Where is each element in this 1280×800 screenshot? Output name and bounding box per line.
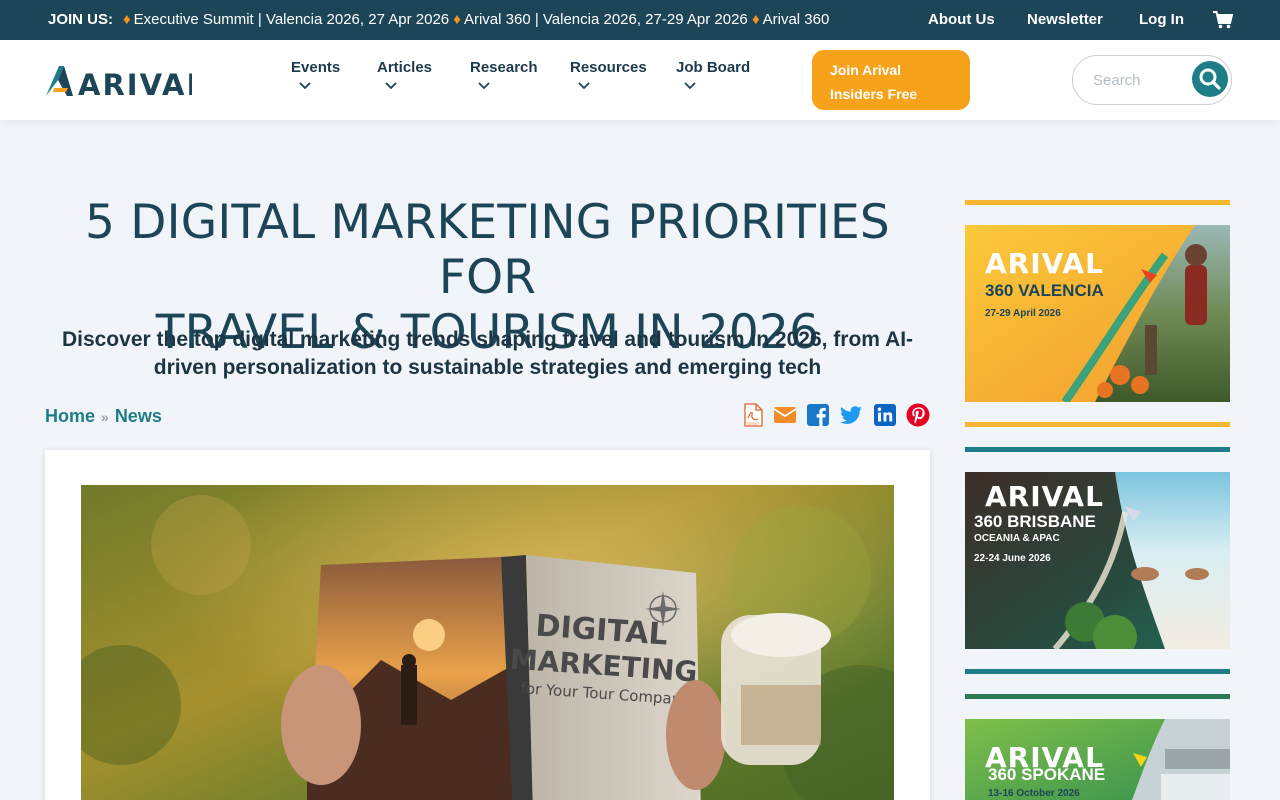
about-us-link[interactable]: About Us — [928, 11, 995, 28]
sidebar-divider — [965, 422, 1230, 427]
subtitle-line-2: driven personalization to sustainable st… — [153, 356, 822, 379]
ticker-item[interactable]: Arival 360 | Valencia 2026, 27-29 Apr 20… — [464, 11, 748, 28]
ad-spokane[interactable]: ARIVAL 360 SPOKANE 13-16 October 2026 — [965, 719, 1230, 800]
sidebar-divider — [965, 669, 1230, 674]
top-bar: JOIN US: ♦ Executive Summit | Valencia 20… — [0, 0, 1280, 40]
nav-research[interactable]: Research — [470, 59, 538, 90]
ad-valencia[interactable]: ARIVAL 360 VALENCIA 27-29 April 2026 — [965, 225, 1230, 402]
pinterest-icon[interactable] — [906, 403, 930, 427]
hero-image: DIGITAL MARKETING for Your Tour Company — [81, 485, 894, 800]
linkedin-icon[interactable] — [873, 403, 897, 427]
nav-label: Job Board — [676, 59, 751, 76]
diamond-icon: ♦ — [751, 11, 760, 28]
events-ticker: ♦ Executive Summit | Valencia 2026, 27 Ap… — [123, 11, 883, 28]
search-icon — [1199, 68, 1221, 90]
ticker-item[interactable]: Executive Summit | Valencia 2026, 27 Apr… — [134, 11, 449, 28]
site-header: ARIVAL Events Articles Research Resource… — [0, 40, 1280, 120]
chevron-down-icon — [478, 82, 490, 90]
chevron-down-icon — [299, 82, 311, 90]
title-line-1: 5 DIGITAL MARKETING PRIORITIES FOR — [85, 195, 890, 305]
arival-logo[interactable]: ARIVAL — [46, 64, 192, 98]
join-us-label: JOIN US: — [48, 11, 114, 28]
join-insiders-button[interactable]: Join Arival Insiders Free — [812, 50, 970, 110]
chevron-down-icon — [385, 82, 397, 90]
cta-line-2: Insiders Free — [830, 86, 918, 102]
breadcrumb: Home » News — [45, 406, 162, 427]
nav-articles[interactable]: Articles — [377, 59, 432, 90]
newsletter-link[interactable]: Newsletter — [1027, 11, 1103, 28]
log-in-link[interactable]: Log In — [1139, 11, 1184, 28]
nav-label: Resources — [570, 59, 647, 76]
search-input[interactable] — [1093, 69, 1203, 91]
ticker-item[interactable]: Arival 360 — [763, 11, 830, 28]
ad-subtitle: OCEANIA & APAC — [974, 533, 1060, 544]
article-card: DIGITAL MARKETING for Your Tour Company — [45, 450, 930, 800]
ad-brisbane[interactable]: ARIVAL 360 BRISBANE OCEANIA & APAC 22-24… — [965, 472, 1230, 649]
logo-text: ARIVAL — [78, 68, 192, 98]
article-subtitle: Discover the top digital marketing trend… — [45, 326, 930, 382]
sidebar-divider — [965, 694, 1230, 699]
ad-date: 13-16 October 2026 — [988, 788, 1080, 799]
ad-date: 22-24 June 2026 — [974, 553, 1051, 564]
ad-brand: ARIVAL — [985, 480, 1104, 513]
ad-city: 360 SPOKANE — [988, 765, 1106, 784]
search-button[interactable] — [1192, 61, 1228, 97]
breadcrumb-home[interactable]: Home — [45, 406, 95, 426]
cta-line-1: Join Arival — [830, 62, 902, 78]
diamond-icon: ♦ — [453, 11, 461, 28]
chevron-down-icon — [578, 82, 590, 90]
cart-icon[interactable] — [1213, 11, 1233, 29]
ad-date: 27-29 April 2026 — [985, 308, 1061, 319]
nav-resources[interactable]: Resources — [570, 59, 647, 90]
ad-city: 360 BRISBANE — [974, 512, 1096, 531]
subtitle-line-1: Discover the top digital marketing trend… — [61, 328, 914, 351]
email-icon[interactable] — [773, 403, 797, 427]
search-box — [1072, 55, 1232, 105]
ad-brand: ARIVAL — [985, 247, 1104, 280]
diamond-icon: ♦ — [123, 11, 131, 28]
breadcrumb-news[interactable]: News — [115, 406, 162, 426]
nav-label: Articles — [377, 59, 433, 76]
ad-city: 360 VALENCIA — [985, 281, 1104, 300]
twitter-icon[interactable] — [839, 403, 863, 427]
nav-label: Research — [470, 59, 538, 76]
pdf-icon[interactable] — [741, 403, 765, 427]
nav-events[interactable]: Events — [291, 59, 340, 90]
breadcrumb-separator: » — [101, 409, 109, 425]
facebook-icon[interactable] — [806, 403, 830, 427]
nav-label: Events — [291, 59, 341, 76]
sidebar-divider — [965, 200, 1230, 205]
chevron-down-icon — [684, 82, 696, 90]
sidebar-divider — [965, 447, 1230, 452]
nav-job-board[interactable]: Job Board — [676, 59, 750, 90]
